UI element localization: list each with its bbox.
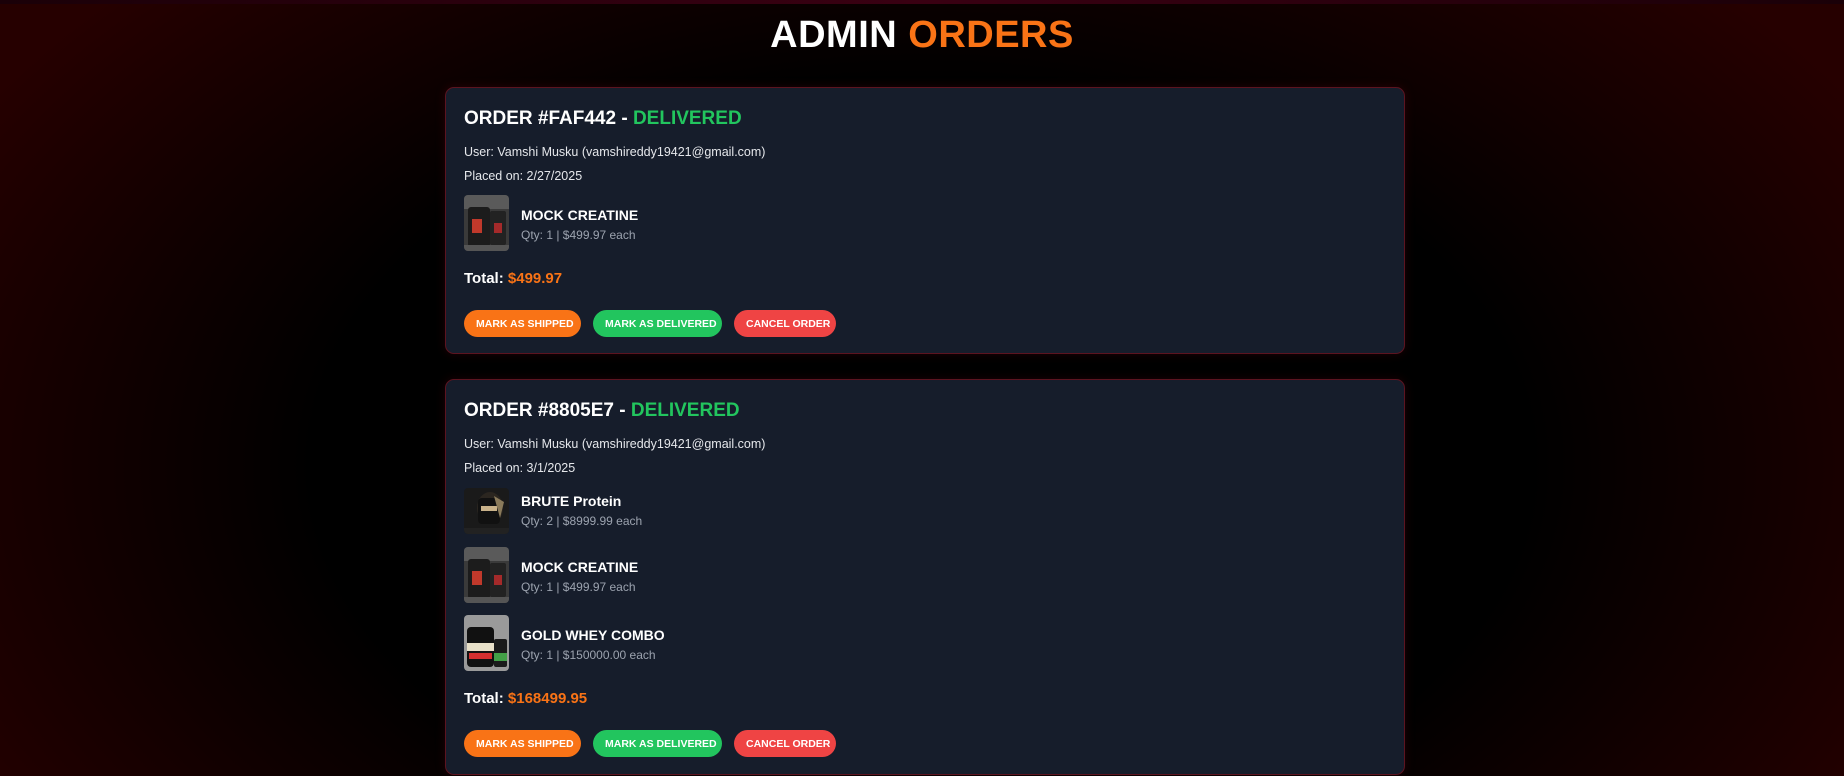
order-user: User: Vamshi Musku (vamshireddy19421@gma… — [464, 437, 766, 451]
order-user: User: Vamshi Musku (vamshireddy19421@gma… — [464, 145, 766, 159]
order-item: BRUTE Protein Qty: 2 | $8999.99 each — [464, 488, 864, 544]
mark-shipped-button[interactable]: MARK AS SHIPPED — [464, 730, 581, 757]
order-id: ORDER #FAF442 - — [464, 108, 633, 129]
item-name: GOLD WHEY COMBO — [521, 627, 665, 643]
order-placed-date: Placed on: 2/27/2025 — [464, 169, 583, 183]
order-card: ORDER #8805E7 - DELIVERED User: Vamshi M… — [445, 379, 1405, 775]
item-qty: Qty: 1 | $499.97 each — [521, 580, 636, 594]
item-qty: Qty: 1 | $499.97 each — [521, 228, 636, 242]
creatine-product-image — [464, 195, 509, 251]
item-name: MOCK CREATINE — [521, 559, 639, 575]
order-total: Total: $168499.95 — [464, 690, 587, 707]
page-title-admin: ADMIN — [770, 14, 898, 56]
order-item: GOLD WHEY COMBO Qty: 1 | $150000.00 each — [464, 615, 864, 671]
order-card: ORDER #FAF442 - DELIVERED User: Vamshi M… — [445, 87, 1405, 354]
total-amount: $499.97 — [507, 270, 563, 287]
item-qty: Qty: 2 | $8999.99 each — [521, 514, 643, 528]
top-accent-line — [0, 0, 1844, 4]
cancel-order-button[interactable]: CANCEL ORDER — [734, 730, 836, 757]
order-total: Total: $499.97 — [464, 270, 562, 287]
order-status: DELIVERED — [632, 108, 742, 129]
total-label: Total: — [464, 690, 504, 707]
page-title: ADMIN ORDERS — [0, 14, 1844, 57]
total-amount: $168499.95 — [507, 690, 588, 707]
order-heading: ORDER #8805E7 - DELIVERED — [464, 400, 740, 422]
whey-product-image — [464, 615, 509, 671]
item-name: BRUTE Protein — [521, 493, 622, 509]
mark-delivered-button[interactable]: MARK AS DELIVERED — [593, 310, 722, 337]
order-placed-date: Placed on: 3/1/2025 — [464, 461, 576, 475]
total-label: Total: — [464, 270, 504, 287]
order-item: MOCK CREATINE Qty: 1 | $499.97 each — [464, 195, 864, 251]
mark-shipped-button[interactable]: MARK AS SHIPPED — [464, 310, 581, 337]
page-title-orders: ORDERS — [908, 14, 1074, 56]
cancel-order-button[interactable]: CANCEL ORDER — [734, 310, 836, 337]
order-item: MOCK CREATINE Qty: 1 | $499.97 each — [464, 547, 864, 603]
mark-delivered-button[interactable]: MARK AS DELIVERED — [593, 730, 722, 757]
item-qty: Qty: 1 | $150000.00 each — [521, 648, 656, 662]
item-name: MOCK CREATINE — [521, 207, 639, 223]
order-id: ORDER #8805E7 - — [464, 400, 631, 421]
protein-product-image — [464, 488, 509, 534]
order-status: DELIVERED — [630, 400, 740, 421]
order-heading: ORDER #FAF442 - DELIVERED — [464, 108, 742, 130]
creatine-product-image — [464, 547, 509, 603]
